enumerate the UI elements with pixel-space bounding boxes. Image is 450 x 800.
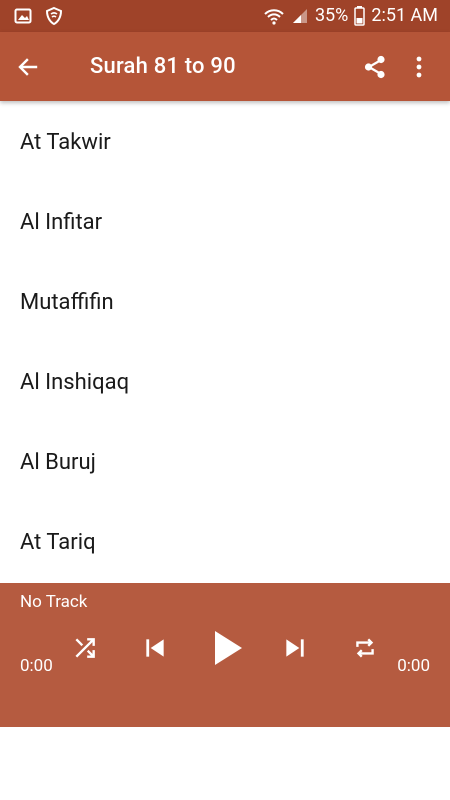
- page-title: Surah 81 to 90: [90, 54, 236, 79]
- shield-notification-icon: [44, 6, 64, 30]
- list-item[interactable]: Al Inshiqaq: [0, 342, 450, 422]
- repeat-button[interactable]: [350, 633, 380, 663]
- list-item[interactable]: At Tariq: [0, 502, 450, 582]
- app-bar: Surah 81 to 90: [0, 32, 450, 101]
- clock: 2:51 AM: [371, 5, 438, 26]
- back-button[interactable]: [14, 53, 42, 81]
- overflow-menu-button[interactable]: [406, 54, 432, 80]
- share-icon: [364, 55, 385, 79]
- elapsed-time: 0:00: [20, 656, 53, 676]
- next-track-button[interactable]: [280, 633, 310, 663]
- play-button[interactable]: [208, 627, 248, 669]
- repeat-icon: [356, 638, 374, 658]
- status-bar: 35% 2:51 AM: [0, 0, 450, 32]
- list-item[interactable]: Mutaffifin: [0, 262, 450, 342]
- list-item[interactable]: Al Infitar: [0, 182, 450, 262]
- skip-previous-icon: [146, 639, 164, 657]
- arrow-left-icon: [18, 58, 38, 76]
- previous-track-button[interactable]: [140, 633, 170, 663]
- more-vert-icon: [416, 56, 422, 78]
- play-icon: [215, 631, 242, 665]
- gallery-notification-icon: [14, 7, 32, 29]
- status-bar-system: 35% 2:51 AM: [263, 4, 438, 28]
- skip-next-icon: [286, 639, 304, 657]
- signal-icon: [291, 7, 309, 25]
- total-duration: 0:00: [397, 656, 430, 676]
- battery-icon: [354, 6, 366, 26]
- list-item[interactable]: At Takwir: [0, 102, 450, 182]
- shuffle-button[interactable]: [70, 633, 100, 663]
- share-button[interactable]: [362, 54, 388, 80]
- surah-list: At Takwir Al Infitar Mutaffifin Al Inshi…: [0, 102, 450, 582]
- list-item[interactable]: Al Buruj: [0, 422, 450, 502]
- status-bar-notifications: [14, 6, 64, 30]
- audio-player: No Track 0:00 0:00: [0, 583, 450, 727]
- shuffle-icon: [75, 638, 95, 658]
- battery-percent: 35%: [314, 5, 349, 26]
- wifi-icon: [263, 6, 285, 26]
- track-title: No Track: [20, 592, 88, 612]
